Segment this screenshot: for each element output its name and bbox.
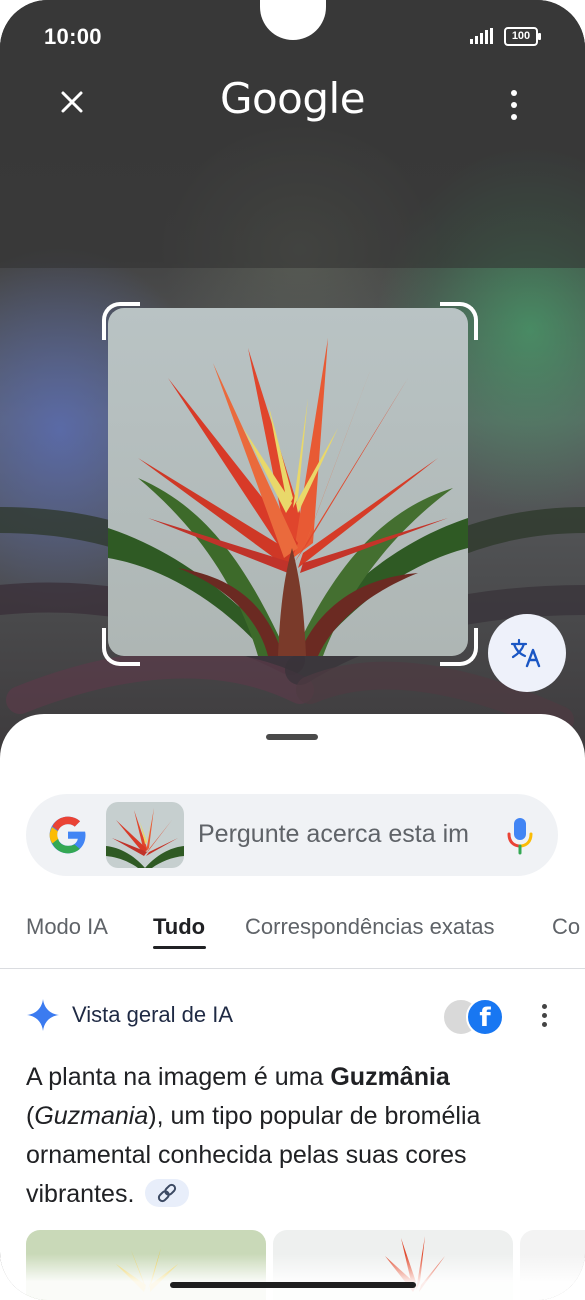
ai-overview-more-button[interactable]	[536, 1000, 552, 1034]
answer-plant-name: Guzmânia	[330, 1063, 450, 1091]
active-tab-indicator	[153, 946, 206, 949]
selected-image-region[interactable]	[108, 308, 468, 656]
ai-sparkle-icon	[27, 999, 59, 1031]
image-thumbnail[interactable]	[106, 802, 184, 868]
more-options-button[interactable]	[496, 80, 532, 124]
battery-icon: 100	[504, 27, 541, 46]
guzmania-plant-image	[108, 308, 468, 656]
answer-text: A planta na imagem é uma	[26, 1063, 331, 1091]
phone-screen: 10:00 100 Google Pergunte acerca esta im…	[0, 0, 585, 1300]
tab-tudo[interactable]: Tudo	[153, 914, 205, 940]
facebook-icon: f	[466, 998, 504, 1036]
ai-overview-answer: A planta na imagem é uma Guzmânia (Guzman…	[26, 1058, 546, 1214]
link-icon	[158, 1184, 177, 1203]
crop-corner-bottom-left[interactable]	[102, 628, 140, 666]
tab-correspondencias-exatas[interactable]: Correspondências exatas	[245, 914, 494, 940]
search-bar[interactable]: Pergunte acerca esta imagem	[26, 794, 558, 876]
tab-next[interactable]: Co	[552, 914, 580, 940]
translate-button[interactable]	[488, 614, 566, 692]
tab-modo-ia[interactable]: Modo IA	[26, 914, 108, 940]
status-bar: 10:00 100	[0, 0, 585, 70]
status-time: 10:00	[44, 24, 102, 49]
ai-overview-header: Vista geral de IA f	[26, 994, 558, 1038]
bottom-fade	[0, 1254, 585, 1300]
crop-corner-top-right[interactable]	[440, 302, 478, 340]
sheet-drag-handle[interactable]	[266, 734, 318, 740]
crop-corner-top-left[interactable]	[102, 302, 140, 340]
google-g-icon	[49, 816, 86, 854]
ai-sources[interactable]: f	[442, 998, 504, 1036]
results-tabs: Modo IA Tudo Correspondências exatas Co	[0, 910, 585, 969]
crop-corner-bottom-right[interactable]	[440, 628, 478, 666]
more-vert-icon	[536, 1004, 552, 1027]
more-vert-icon	[496, 90, 532, 120]
system-navigation-handle[interactable]	[170, 1282, 416, 1288]
mic-icon[interactable]	[506, 816, 534, 856]
results-bottom-sheet: Pergunte acerca esta imagem Modo IA Tudo…	[0, 714, 585, 1300]
signal-icon	[470, 28, 493, 44]
camera-notch	[260, 0, 326, 40]
answer-scientific-name: Guzmania	[34, 1102, 149, 1130]
app-bar: Google	[0, 70, 585, 130]
source-link-chip[interactable]	[145, 1179, 190, 1208]
translate-icon	[510, 638, 541, 668]
ai-overview-title: Vista geral de IA	[72, 1002, 234, 1027]
search-input[interactable]: Pergunte acerca esta imagem	[198, 820, 470, 849]
guzmania-thumbnail-image	[106, 802, 184, 868]
